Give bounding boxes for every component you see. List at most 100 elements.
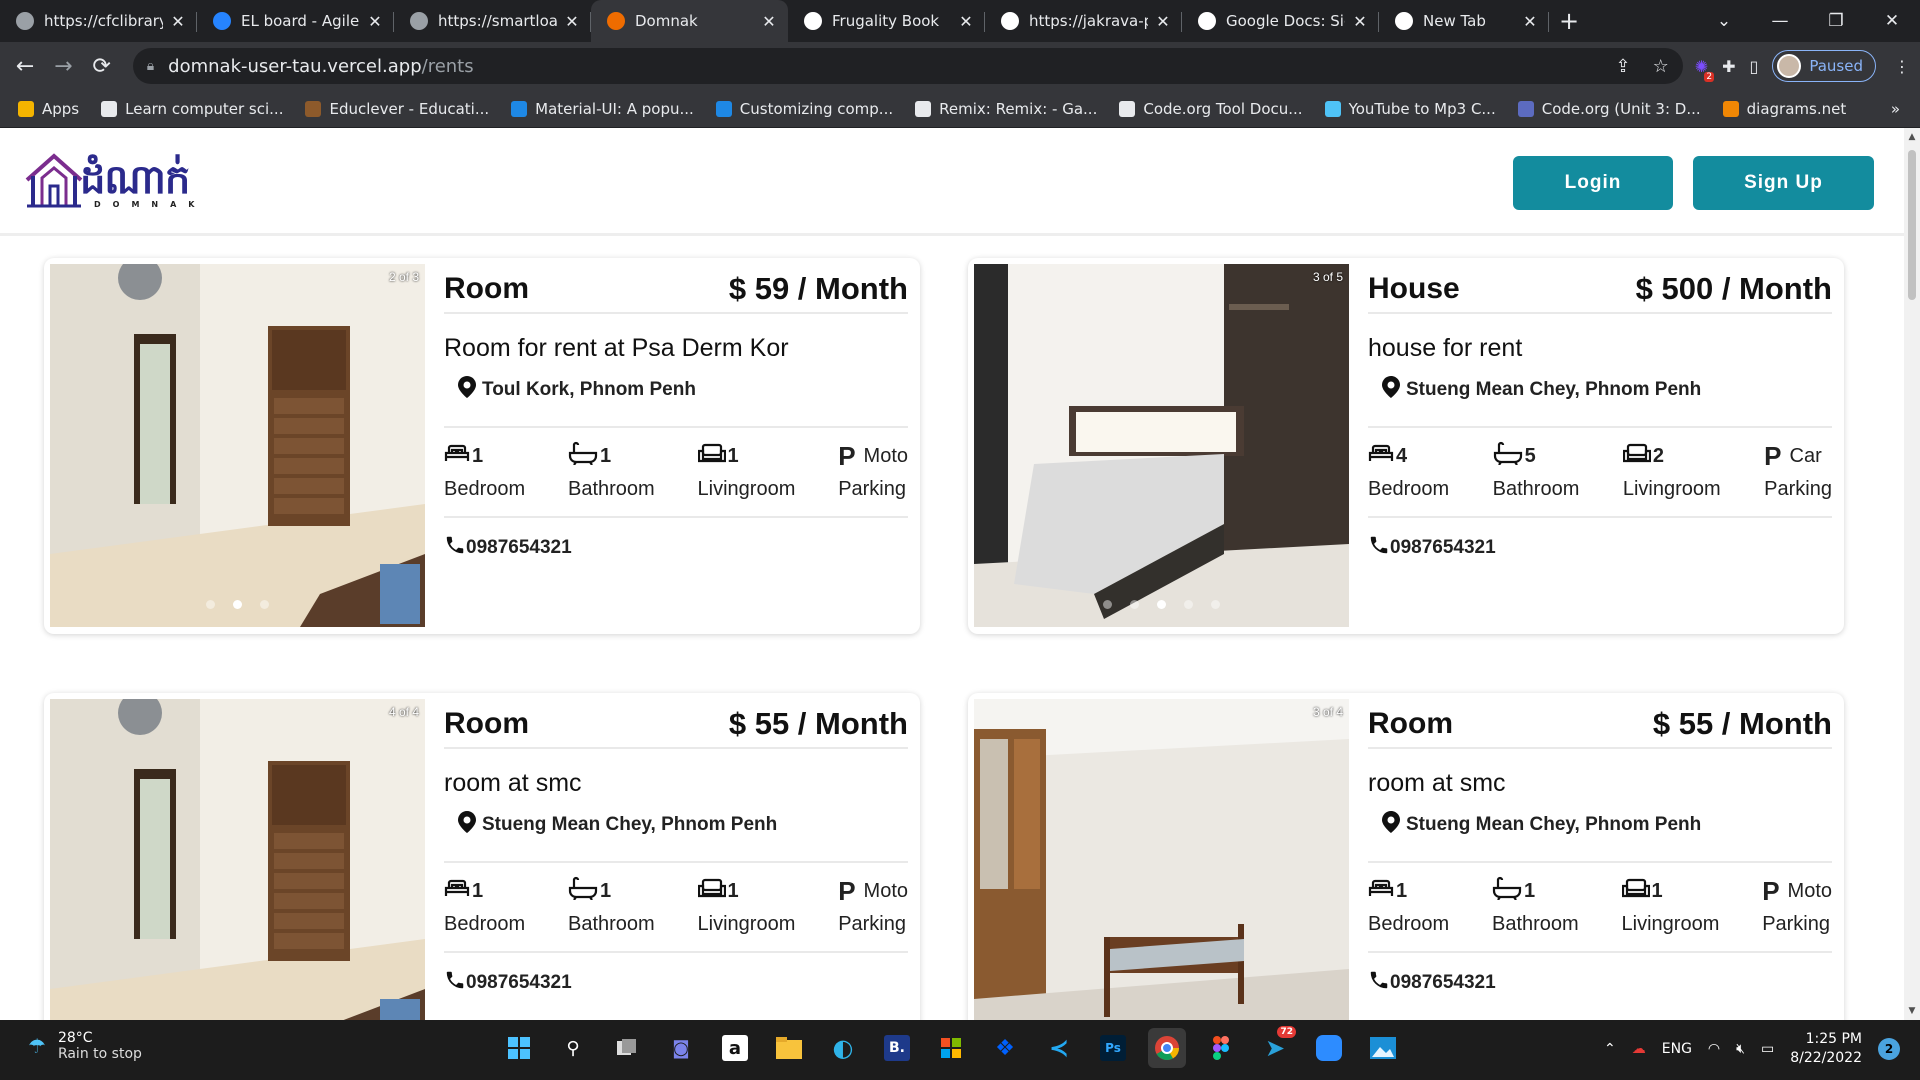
lock-icon[interactable]: 🔒︎: [147, 58, 154, 74]
bookmark-item[interactable]: Material-UI: A popu...: [511, 100, 694, 118]
tray-overflow-icon[interactable]: ⌃: [1604, 1041, 1616, 1057]
teams-chat-icon[interactable]: ◙: [662, 1028, 700, 1068]
bookmark-item[interactable]: Customizing comp...: [715, 100, 893, 118]
tab-close-icon[interactable]: ✕: [760, 12, 778, 31]
back-icon[interactable]: ←: [6, 54, 44, 79]
listing-title[interactable]: Room for rent at Psa Derm Kor: [444, 334, 908, 364]
bookmark-item[interactable]: Apps: [18, 100, 79, 118]
chrome-icon[interactable]: [1148, 1028, 1186, 1068]
puzzle-icon[interactable]: ✚: [1722, 57, 1735, 76]
bookmark-item[interactable]: diagrams.net: [1722, 100, 1846, 118]
listing-photo-carousel[interactable]: 3 of 4: [974, 699, 1349, 1020]
bookmark-item[interactable]: Code.org Tool Docu...: [1119, 100, 1303, 118]
weather-widget[interactable]: ☂ 28°C Rain to stop: [28, 1030, 142, 1062]
photos-icon[interactable]: [1364, 1028, 1402, 1068]
clock[interactable]: 1:25 PM 8/22/2022: [1790, 1030, 1862, 1068]
amazon-icon[interactable]: a: [716, 1028, 754, 1068]
listing-card[interactable]: 3 of 4 Room $ 55 / Month room at smc Stue…: [968, 693, 1844, 1020]
dropbox-icon[interactable]: ❖: [986, 1028, 1024, 1068]
signup-button[interactable]: Sign Up: [1693, 156, 1874, 210]
bookmark-item[interactable]: Remix: Remix: - Ga...: [915, 100, 1097, 118]
tray-app-icon[interactable]: ☁: [1632, 1041, 1646, 1057]
carousel-dot[interactable]: [260, 600, 269, 609]
vscode-icon[interactable]: ≺: [1040, 1028, 1078, 1068]
forward-icon[interactable]: →: [44, 54, 82, 79]
listing-title[interactable]: room at smc: [444, 769, 908, 799]
listing-title[interactable]: room at smc: [1368, 769, 1832, 799]
logo[interactable]: ដំណាក់ DOMNAK: [24, 150, 195, 214]
bookmark-item[interactable]: Code.org (Unit 3: D...: [1517, 100, 1701, 118]
listing-photo-carousel[interactable]: 3 of 5: [974, 264, 1349, 627]
page-scrollbar[interactable]: ▲ ▼: [1904, 128, 1920, 1020]
scroll-up-icon[interactable]: ▲: [1904, 132, 1920, 142]
side-panel-icon[interactable]: ▯: [1750, 57, 1759, 76]
bold-b-icon[interactable]: B.: [878, 1028, 916, 1068]
tab-search-icon[interactable]: ⌄: [1696, 11, 1752, 31]
store-icon[interactable]: [932, 1028, 970, 1068]
close-window-icon[interactable]: ✕: [1864, 11, 1920, 31]
carousel-dot[interactable]: [233, 600, 242, 609]
scrollbar-thumb[interactable]: [1908, 150, 1916, 300]
browser-tab[interactable]: New Tab ✕: [1379, 0, 1549, 42]
listing-phone[interactable]: 0987654321: [444, 969, 908, 997]
carousel-dot[interactable]: [1157, 600, 1166, 609]
tab-close-icon[interactable]: ✕: [366, 12, 384, 31]
tab-close-icon[interactable]: ✕: [563, 12, 581, 31]
listing-phone[interactable]: 0987654321: [444, 534, 908, 562]
restore-icon[interactable]: ❐: [1808, 11, 1864, 31]
notification-badge[interactable]: 2: [1878, 1038, 1900, 1060]
profile-button[interactable]: Paused: [1772, 50, 1876, 82]
bookmark-item[interactable]: Educlever - Educati...: [305, 100, 489, 118]
edge-icon[interactable]: ◐: [824, 1028, 862, 1068]
photoshop-icon[interactable]: Ps: [1094, 1028, 1132, 1068]
carousel-dot[interactable]: [1130, 600, 1139, 609]
browser-tab[interactable]: Frugality Book ✕: [788, 0, 985, 42]
battery-icon[interactable]: ▭: [1761, 1041, 1774, 1057]
zoom-icon[interactable]: [1310, 1028, 1348, 1068]
carousel-dot[interactable]: [1184, 600, 1193, 609]
tab-close-icon[interactable]: ✕: [1351, 12, 1369, 31]
telegram-icon[interactable]: ➤ 72: [1256, 1026, 1296, 1068]
windows-start-icon[interactable]: [500, 1028, 538, 1068]
listing-card[interactable]: 2 of 3 Room $ 59 / Month Room for rent at…: [44, 258, 920, 634]
language-indicator[interactable]: ENG: [1662, 1041, 1692, 1057]
tab-close-icon[interactable]: ✕: [957, 12, 975, 31]
listing-photo-carousel[interactable]: 4 of 4: [50, 699, 425, 1020]
listing-card[interactable]: 4 of 4 Room $ 55 / Month room at smc Stue…: [44, 693, 920, 1020]
tab-close-icon[interactable]: ✕: [1521, 12, 1539, 31]
reload-icon[interactable]: ⟳: [82, 54, 120, 79]
carousel-dot[interactable]: [1211, 600, 1220, 609]
address-bar[interactable]: 🔒︎ domnak-user-tau.vercel.app/rents ⇪ ☆: [132, 48, 1683, 84]
browser-tab[interactable]: https://smartload ✕: [394, 0, 591, 42]
listing-card[interactable]: 3 of 5 House $ 500 / Month house for rent…: [968, 258, 1844, 634]
browser-tab[interactable]: https://jakrava-pl ✕: [985, 0, 1182, 42]
figma-icon[interactable]: [1202, 1028, 1240, 1068]
new-tab-icon[interactable]: +: [1549, 0, 1589, 42]
carousel-dot[interactable]: [206, 600, 215, 609]
file-explorer-icon[interactable]: [770, 1028, 808, 1068]
tab-close-icon[interactable]: ✕: [169, 12, 187, 31]
bookmarks-overflow-icon[interactable]: »: [1891, 100, 1900, 118]
listing-phone[interactable]: 0987654321: [1368, 969, 1832, 997]
bookmark-item[interactable]: Learn computer sci...: [101, 100, 283, 118]
minimize-icon[interactable]: —: [1752, 11, 1808, 31]
share-icon[interactable]: ⇪: [1615, 56, 1630, 77]
extension-icon[interactable]: ✺ 2: [1695, 57, 1715, 82]
tab-close-icon[interactable]: ✕: [1154, 12, 1172, 31]
browser-tab[interactable]: Domnak ✕: [591, 0, 788, 42]
browser-tab[interactable]: Google Docs: Sig ✕: [1182, 0, 1379, 42]
wifi-icon[interactable]: ◠: [1708, 1041, 1720, 1057]
listing-photo-carousel[interactable]: 2 of 3: [50, 264, 425, 627]
carousel-dot[interactable]: [1103, 600, 1112, 609]
search-icon[interactable]: ⚲: [554, 1028, 592, 1068]
login-button[interactable]: Login: [1513, 156, 1673, 210]
browser-tab[interactable]: EL board - Agile b ✕: [197, 0, 394, 42]
scroll-down-icon[interactable]: ▼: [1904, 1006, 1920, 1016]
bookmark-item[interactable]: YouTube to Mp3 C...: [1324, 100, 1496, 118]
bookmark-star-icon[interactable]: ☆: [1653, 56, 1669, 77]
listing-title[interactable]: house for rent: [1368, 334, 1832, 364]
task-view-icon[interactable]: [608, 1028, 646, 1068]
browser-tab[interactable]: https://cfclibrary. ✕: [0, 0, 197, 42]
listing-phone[interactable]: 0987654321: [1368, 534, 1832, 562]
volume-muted-icon[interactable]: 🔇︎: [1736, 1041, 1745, 1057]
